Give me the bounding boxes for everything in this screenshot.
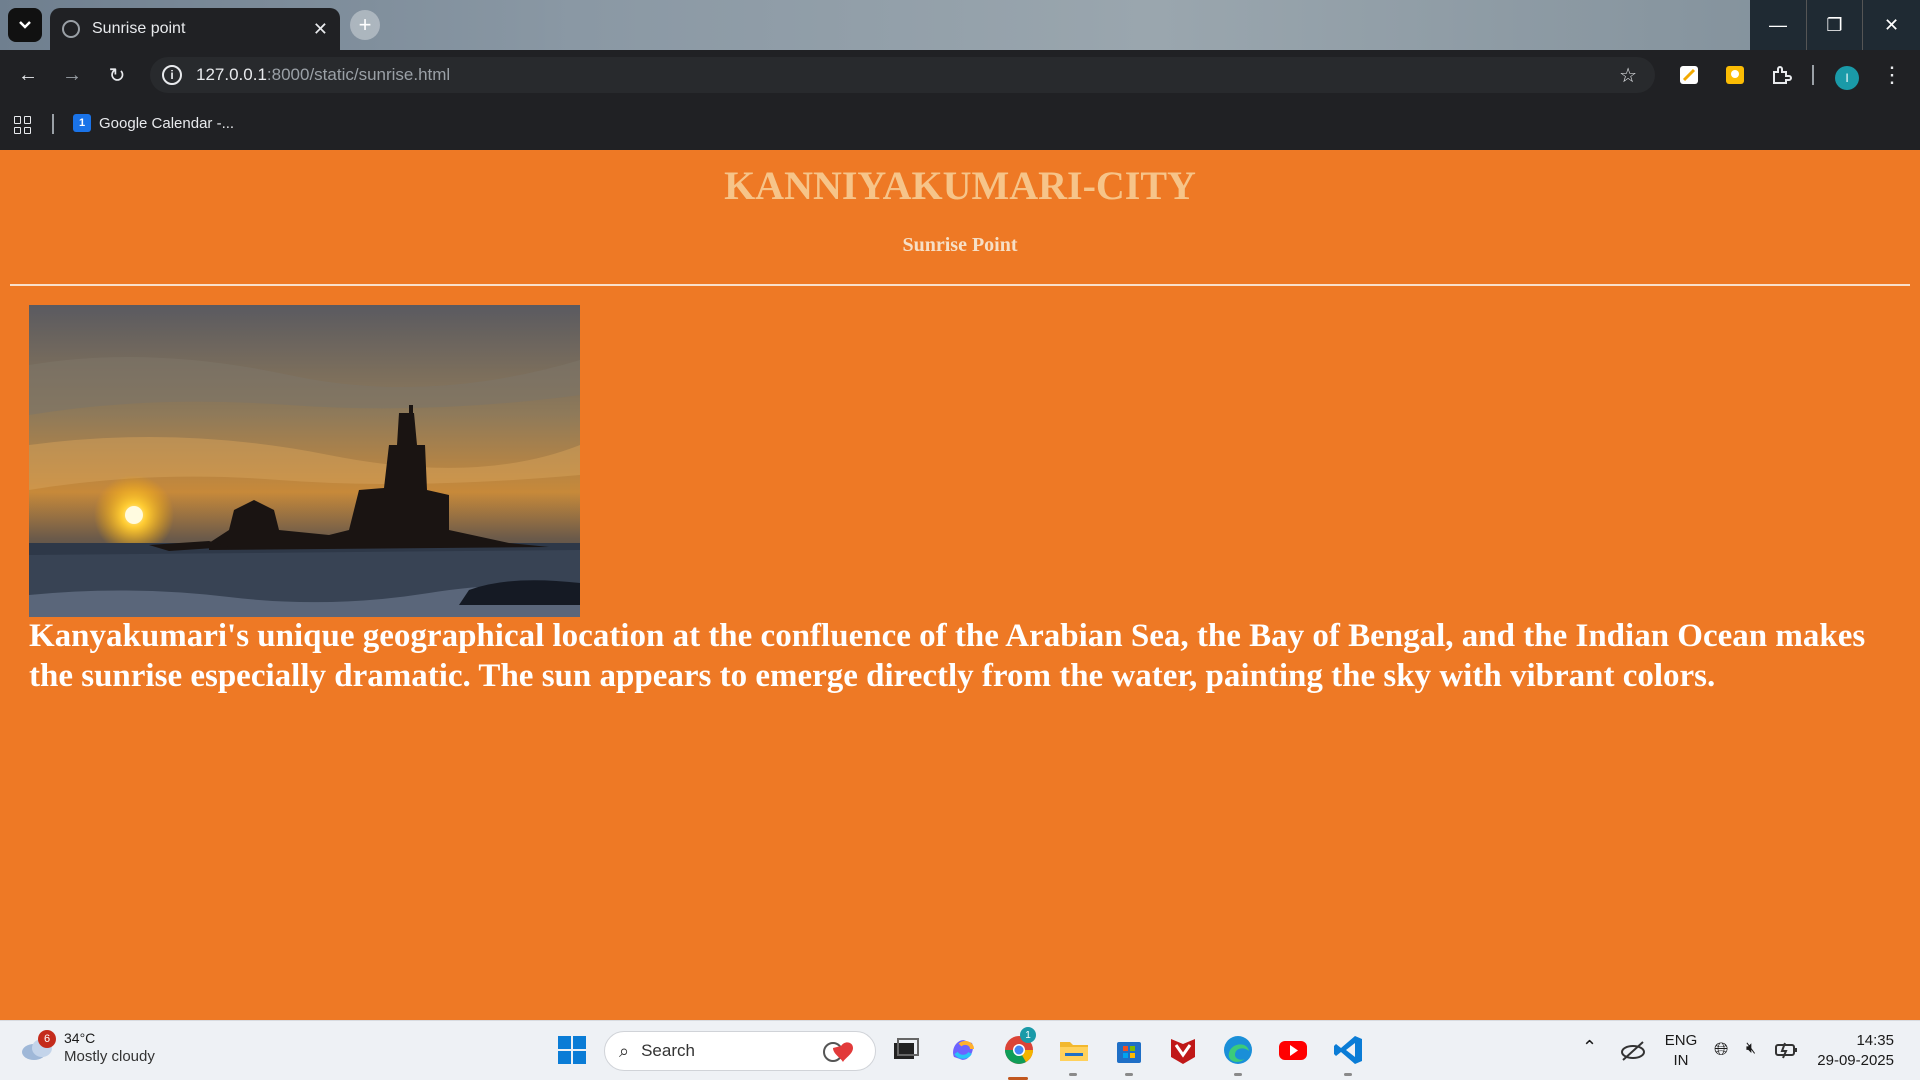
file-explorer-icon[interactable] [1057,1033,1091,1067]
browser-titlebar: Sunrise point ✕ + — ❐ ✕ [0,0,1920,50]
calendar-icon: 1 [73,114,91,132]
onedrive-offline-icon[interactable] [1616,1033,1650,1067]
sunrise-photo [29,305,580,617]
page-title: KANNIYAKUMARI-CITY [724,163,1196,208]
weather-temp: 34°C [64,1030,96,1046]
search-icon: ⌕ [619,1040,630,1061]
bookmarks-bar [0,100,1920,150]
url-host: 127.0.0.1 [196,65,267,84]
edge-running-indicator [1234,1073,1242,1076]
explorer-running-indicator [1069,1073,1077,1076]
notes-extension-icon[interactable] [1678,64,1700,86]
weather-condition: Mostly cloudy [64,1048,155,1065]
page-subtitle: Sunrise Point [902,234,1018,256]
search-highlight-icon [823,1042,853,1062]
globe-icon [62,20,80,38]
browser-toolbar: ← → ↻ i 127.0.0.1:8000/static/sunrise.ht… [0,50,1920,100]
browser-tab[interactable]: Sunrise point ✕ [50,8,340,50]
task-view-icon[interactable] [888,1033,922,1067]
volume-muted-icon[interactable]: 🔇︎ [1746,1039,1756,1059]
taskbar-search[interactable]: ⌕ Search [604,1031,876,1071]
clock[interactable]: 14:35 29-09-2025 [1814,1031,1894,1071]
language-indicator[interactable]: ENG IN [1664,1031,1698,1071]
profile-avatar[interactable]: I [1835,66,1859,90]
apps-grid-icon[interactable] [14,116,32,134]
vscode-icon[interactable] [1331,1033,1365,1067]
weather-widget[interactable]: 6 34°C Mostly cloudy [20,1029,155,1067]
youtube-icon[interactable] [1276,1033,1310,1067]
back-icon[interactable]: ← [16,63,40,87]
battery-charging-icon[interactable] [1770,1033,1804,1067]
forward-icon[interactable]: → [60,63,84,87]
search-placeholder: Search [641,1041,695,1060]
bookmark-star-icon[interactable]: ☆ [1619,63,1637,88]
new-tab-button[interactable]: + [350,10,380,40]
language-code: ENG [1664,1032,1698,1049]
language-region: IN [1673,1052,1689,1069]
bookmark-label: Google Calendar -... [99,114,235,132]
mcafee-icon[interactable] [1166,1033,1200,1067]
extensions-puzzle-icon[interactable] [1770,64,1792,86]
site-info-icon[interactable]: i [162,65,182,85]
copilot-icon[interactable] [946,1033,980,1067]
restore-button[interactable]: ❐ [1806,0,1862,50]
toolbar-divider [1812,65,1814,85]
edge-icon[interactable] [1221,1033,1255,1067]
bookmarks-divider [52,114,54,134]
clock-date: 29-09-2025 [1817,1052,1894,1069]
keep-extension-icon[interactable] [1724,64,1746,86]
microsoft-store-icon[interactable] [1112,1033,1146,1067]
reload-icon[interactable]: ↻ [105,63,129,87]
vscode-running-indicator [1344,1073,1352,1076]
close-tab-icon[interactable]: ✕ [313,19,328,40]
chevron-down-icon [19,21,31,29]
minimize-button[interactable]: — [1750,0,1806,50]
divider [10,284,1910,286]
address-bar[interactable]: i 127.0.0.1:8000/static/sunrise.html ☆ [150,57,1655,93]
taskbar: 6 34°C Mostly cloudy ⌕ Search 1 ⌃ ENG IN… [0,1020,1920,1080]
windows-start-icon[interactable] [555,1033,589,1067]
chevron-up-icon[interactable]: ⌃ [1582,1037,1597,1057]
cloud-icon: 6 [20,1030,56,1062]
chrome-badge: 1 [1020,1027,1036,1043]
clock-time: 14:35 [1856,1032,1894,1049]
tab-title: Sunrise point [92,20,186,37]
store-running-indicator [1125,1073,1133,1076]
close-window-button[interactable]: ✕ [1862,0,1920,50]
weather-badge: 6 [38,1030,56,1048]
url-path: :8000/static/sunrise.html [266,65,451,84]
network-icon[interactable]: 🌐︎ [1714,1039,1728,1059]
page-content: KANNIYAKUMARI-CITY Sunrise Point Kanyaku… [0,150,1920,1020]
description-paragraph: Kanyakumari's unique geographical locati… [29,618,1866,694]
bookmark-google-calendar[interactable]: 1 Google Calendar -... [73,114,234,132]
tab-search-button[interactable] [8,8,42,42]
menu-kebab-icon[interactable]: ⋮ [1880,62,1904,87]
